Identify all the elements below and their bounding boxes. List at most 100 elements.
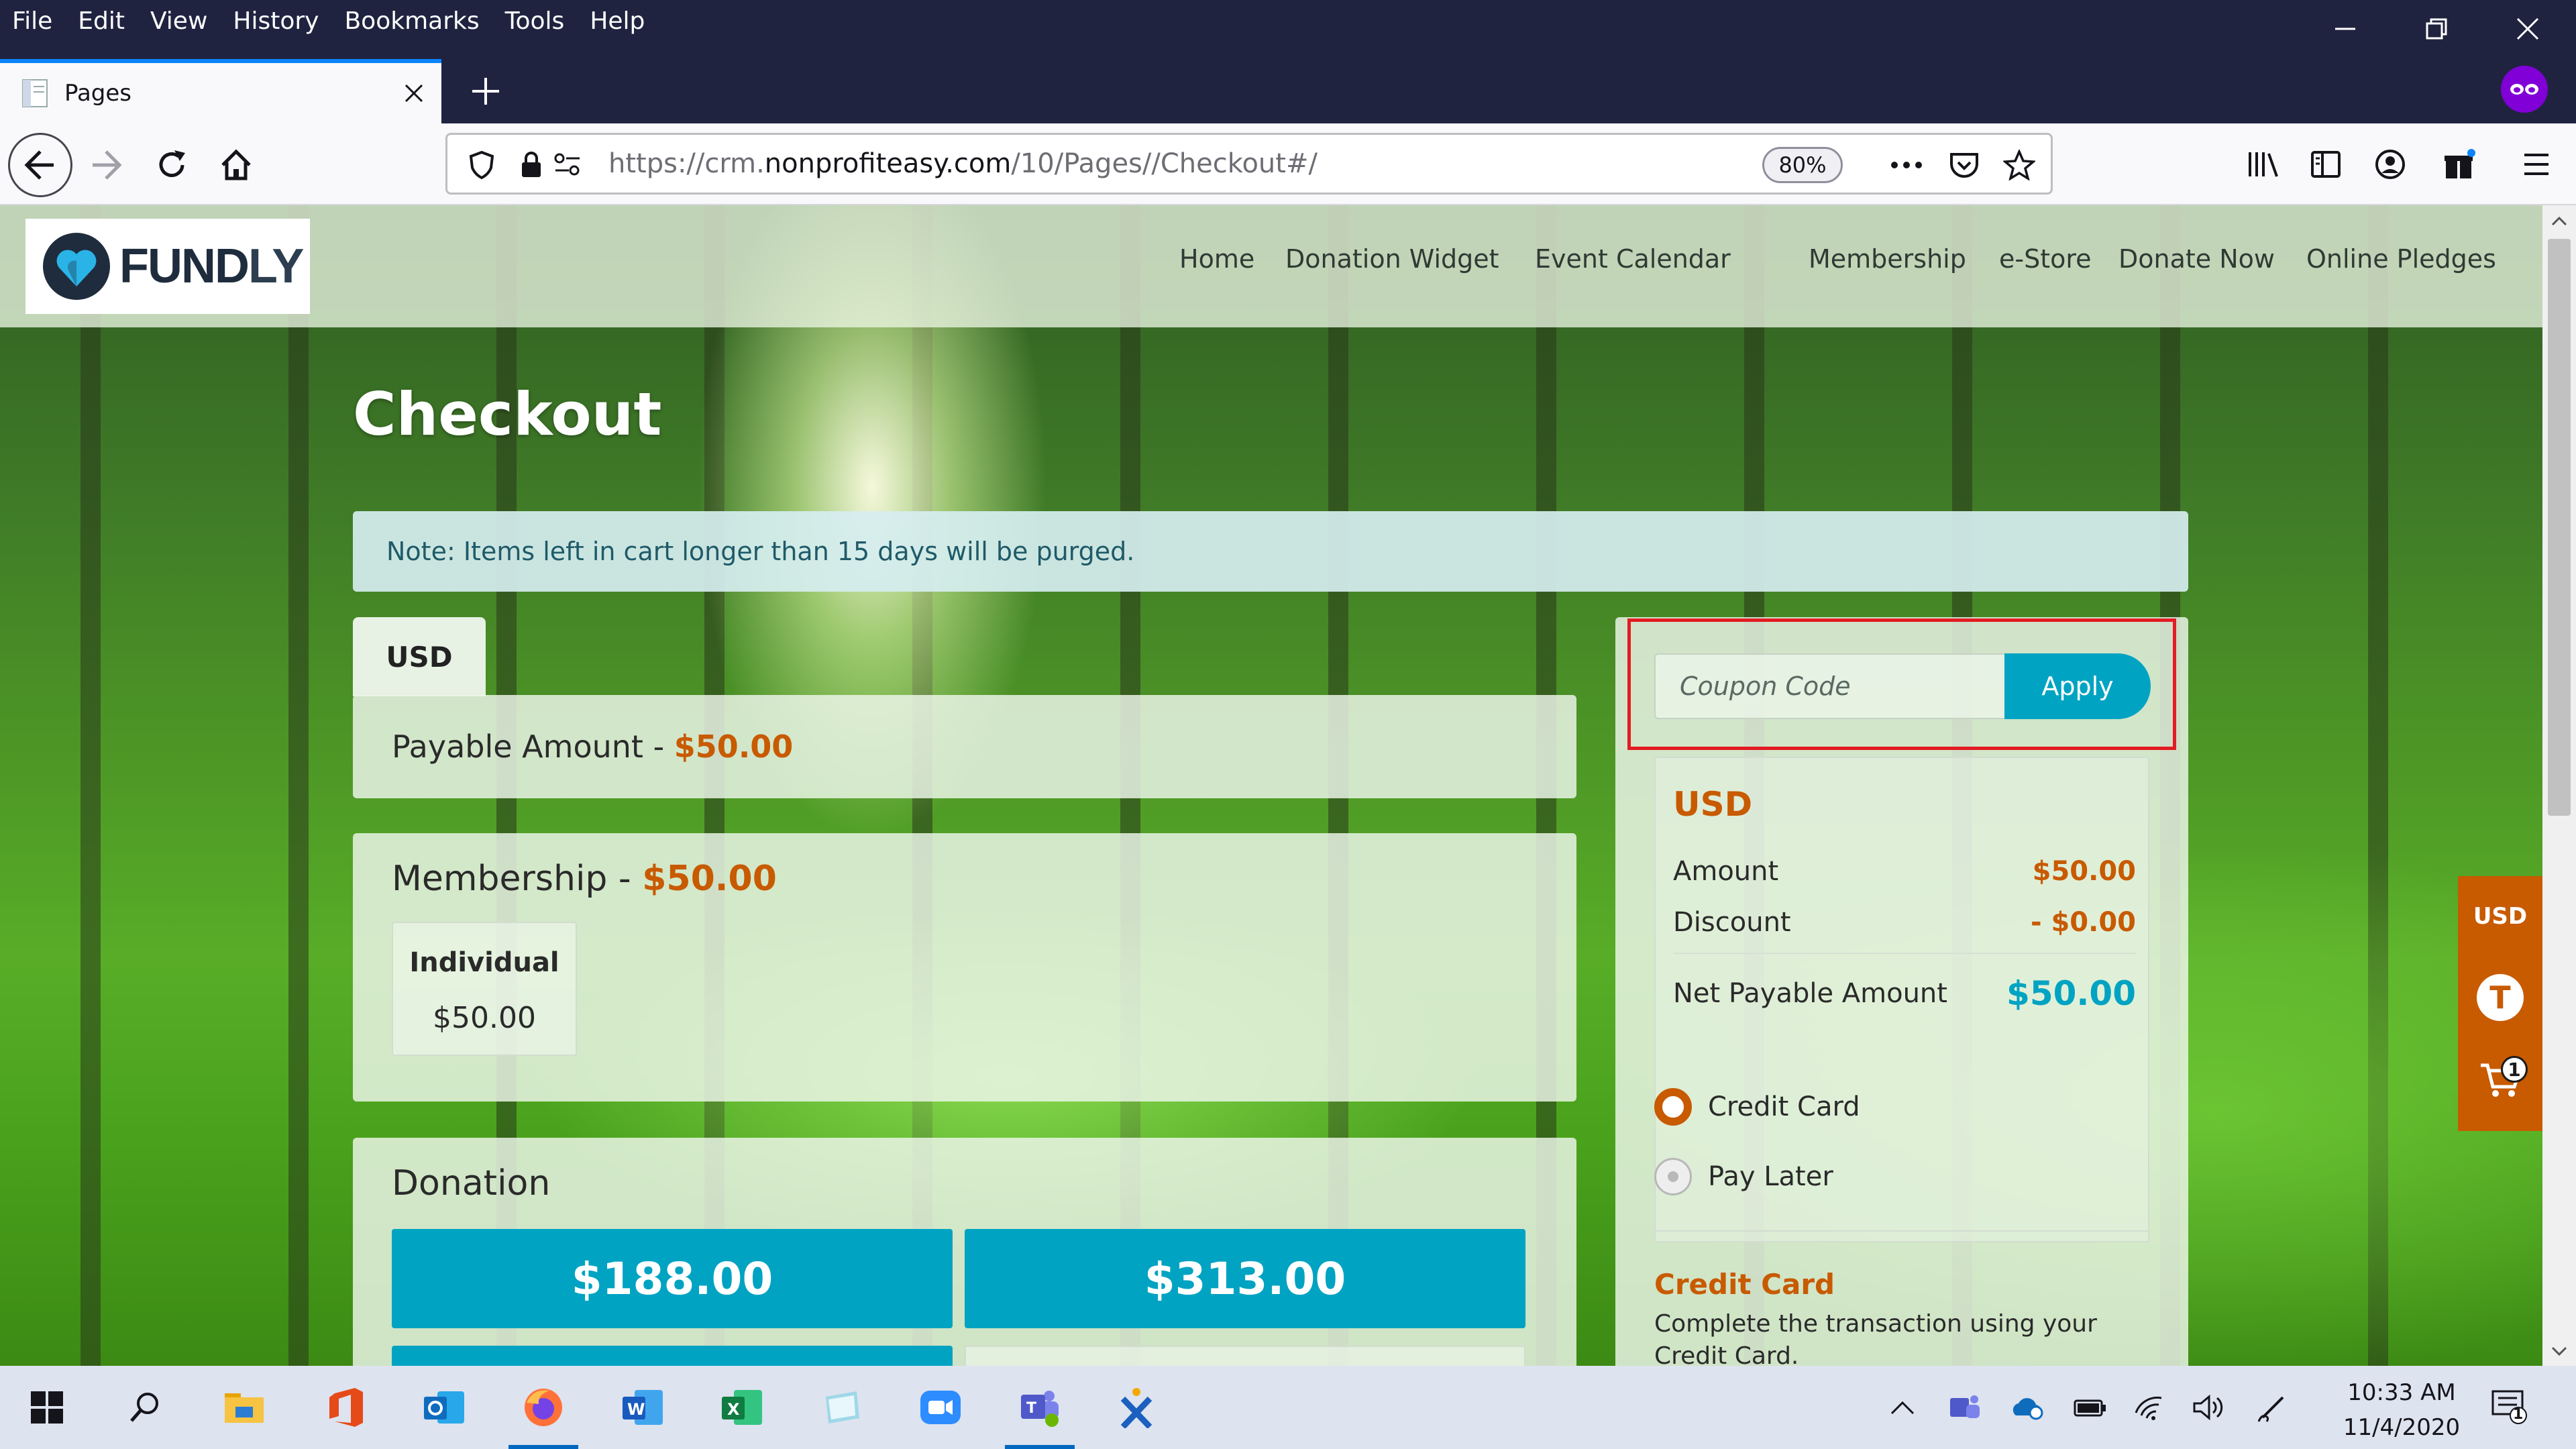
site-navigation: Home Donation Widget Event Calendar Memb… [0,244,2542,291]
menu-file[interactable]: File [12,7,52,35]
membership-item-card: Individual $50.00 [392,922,577,1056]
back-button[interactable] [8,133,72,197]
donation-custom-field[interactable] [965,1346,1525,1366]
url-text[interactable]: https://crm.nonprofiteasy.com/10/Pages//… [608,148,1318,179]
nav-online-pledges[interactable]: Online Pledges [2306,244,2496,274]
url-path: /10/Pages//Checkout#/ [1011,148,1318,179]
scroll-up-icon[interactable] [2551,212,2568,229]
scroll-down-icon[interactable] [2551,1343,2568,1360]
start-button[interactable] [17,1378,76,1437]
coupon-code-input[interactable]: Coupon Code [1654,653,2006,719]
restore-button[interactable] [2391,0,2482,58]
private-browsing-icon [2501,66,2548,113]
home-button[interactable] [208,137,264,193]
tray-wifi[interactable] [2128,1386,2171,1429]
address-bar[interactable]: https://crm.nonprofiteasy.com/10/Pages//… [445,133,2053,195]
arrow-right-icon [93,150,122,180]
zoom-level-badge[interactable]: 80% [1762,147,1843,183]
user-avatar[interactable]: T [2477,974,2524,1021]
nav-home[interactable]: Home [1179,244,1254,274]
new-tab-button[interactable] [464,70,507,113]
nav-membership[interactable]: Membership [1809,244,1966,274]
menu-view[interactable]: View [150,7,207,35]
menu-help[interactable]: Help [590,7,645,35]
tray-volume[interactable] [2188,1386,2231,1429]
menu-tools[interactable]: Tools [505,7,565,35]
payment-option-credit-card[interactable]: Credit Card [1654,1088,1860,1126]
side-currency-button[interactable]: USD [2458,903,2542,930]
page-actions-button[interactable] [1887,146,1926,184]
sidebar-toggle-button[interactable] [2301,140,2351,189]
menu-history[interactable]: History [233,7,319,35]
taskbar-x-app[interactable] [1107,1378,1166,1437]
payment-option-pay-later[interactable]: Pay Later [1654,1158,1833,1195]
discount-label: Discount [1673,907,1791,938]
show-hidden-icons-button[interactable] [1881,1386,1924,1429]
nav-e-store[interactable]: e-Store [1999,244,2092,274]
taskbar-zoom[interactable] [911,1378,970,1437]
action-center-button[interactable]: 1 [2489,1386,2532,1429]
browser-tab[interactable]: Pages [0,59,441,123]
bookmark-star-button[interactable] [2000,146,2039,184]
net-payable-value: $50.00 [2006,974,2136,1013]
donation-amount-button[interactable]: $313.00 [965,1229,1525,1328]
donation-amount-button[interactable]: $188.00 [392,1229,953,1328]
tray-teams[interactable] [1943,1386,1986,1429]
taskbar-office[interactable] [315,1378,374,1437]
taskbar-notes-app[interactable] [812,1378,871,1437]
lock-icon[interactable] [512,146,551,184]
close-window-button[interactable] [2482,0,2573,58]
extensions-button[interactable] [2435,140,2485,189]
account-button[interactable] [2365,140,2415,189]
browser-titlebar: File Edit View History Bookmarks Tools H… [0,0,2576,125]
cart-purge-note: Note: Items left in cart longer than 15 … [353,511,2188,592]
arrow-left-icon [24,150,54,180]
taskbar-firefox[interactable] [514,1378,573,1437]
nav-event-calendar[interactable]: Event Calendar [1535,244,1731,274]
membership-title: Membership - $50.00 [392,859,777,899]
pocket-button[interactable] [1945,146,1984,184]
summary-currency: USD [1673,785,1753,824]
reload-icon [159,150,185,177]
currency-tab-usd[interactable]: USD [353,617,486,696]
permissions-icon[interactable] [548,146,587,184]
membership-total: $50.00 [642,859,777,899]
x-app-icon [1120,1388,1152,1428]
net-payable-label: Net Payable Amount [1673,978,1947,1009]
taskbar-file-explorer[interactable] [215,1378,274,1437]
pay-later-option-label: Pay Later [1708,1161,1833,1192]
forward-button[interactable] [78,137,134,193]
app-menu-button[interactable] [2512,140,2561,189]
close-tab-button[interactable] [398,78,429,109]
donation-panel: Donation $188.00 $313.00 [353,1138,1576,1366]
page-scrollbar[interactable] [2542,205,2576,1366]
radio-unselected-icon[interactable] [1654,1158,1692,1195]
library-button[interactable] [2238,140,2288,189]
taskbar-excel[interactable]: X [712,1378,771,1437]
search-button[interactable] [115,1378,174,1437]
system-clock[interactable]: 10:33 AM 11/4/2020 [2334,1375,2469,1445]
close-icon [2516,17,2539,40]
taskbar-outlook[interactable] [415,1378,474,1437]
reload-button[interactable] [144,137,200,193]
minimize-button[interactable] [2300,0,2391,58]
nav-donate-now[interactable]: Donate Now [2118,244,2275,274]
tray-pen-workspace[interactable] [2251,1386,2294,1429]
shield-icon[interactable] [462,146,501,184]
nav-donation-widget[interactable]: Donation Widget [1285,244,1499,274]
excel-icon: X [722,1390,762,1425]
taskbar-word[interactable]: W [613,1378,672,1437]
menu-bookmarks[interactable]: Bookmarks [344,7,479,35]
scrollbar-thumb[interactable] [2548,239,2571,816]
tray-onedrive[interactable] [2006,1386,2049,1429]
notification-icon [2491,1390,2527,1424]
radio-selected-icon[interactable] [1654,1088,1692,1126]
menu-edit[interactable]: Edit [78,7,125,35]
taskbar-teams[interactable]: T [1010,1378,1069,1437]
sidebar-icon [2311,151,2341,178]
teams-icon: T [1021,1391,1059,1427]
discount-value: - $0.00 [2030,907,2136,938]
tray-battery[interactable] [2069,1386,2112,1429]
donation-amount-button[interactable] [392,1346,953,1366]
apply-coupon-button[interactable]: Apply [2004,653,2151,719]
